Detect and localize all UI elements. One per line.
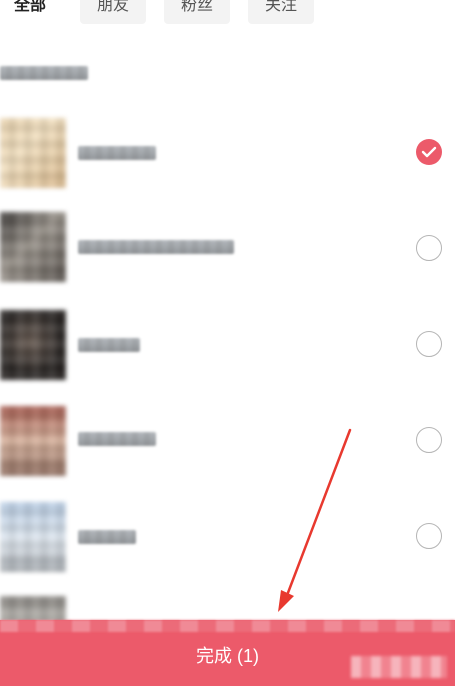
unselected-radio-icon[interactable] — [416, 235, 442, 261]
tab-friends[interactable]: 朋友 — [80, 0, 146, 24]
unselected-radio-icon[interactable] — [416, 331, 442, 357]
section-header-blurred — [0, 66, 88, 80]
done-button[interactable]: 完成 (1) — [0, 620, 455, 686]
contact-row[interactable] — [0, 490, 455, 584]
filter-tabs: 全部 朋友 粉丝 关注 — [0, 0, 455, 24]
tab-following[interactable]: 关注 — [248, 0, 314, 24]
watermark-blurred — [351, 656, 447, 678]
unselected-radio-icon[interactable] — [416, 427, 442, 453]
contact-name-blurred — [78, 530, 136, 544]
contact-row[interactable] — [0, 298, 455, 392]
contact-name-blurred — [78, 432, 156, 446]
contact-row[interactable] — [0, 200, 455, 294]
contact-row[interactable] — [0, 584, 455, 632]
unselected-radio-icon[interactable] — [416, 523, 442, 549]
selected-check-icon[interactable] — [416, 139, 442, 165]
avatar — [0, 212, 66, 282]
avatar — [0, 502, 66, 572]
avatar — [0, 118, 66, 188]
tab-fans[interactable]: 粉丝 — [164, 0, 230, 24]
avatar — [0, 406, 66, 476]
contact-row[interactable] — [0, 394, 455, 488]
share-contact-picker: 全部 朋友 粉丝 关注 完成 (1) — [0, 0, 455, 686]
contact-name-blurred — [78, 146, 156, 160]
tab-all[interactable]: 全部 — [0, 0, 60, 24]
contact-row[interactable] — [0, 106, 455, 200]
avatar — [0, 310, 66, 380]
contact-name-blurred — [78, 338, 140, 352]
contact-name-blurred — [78, 240, 234, 254]
